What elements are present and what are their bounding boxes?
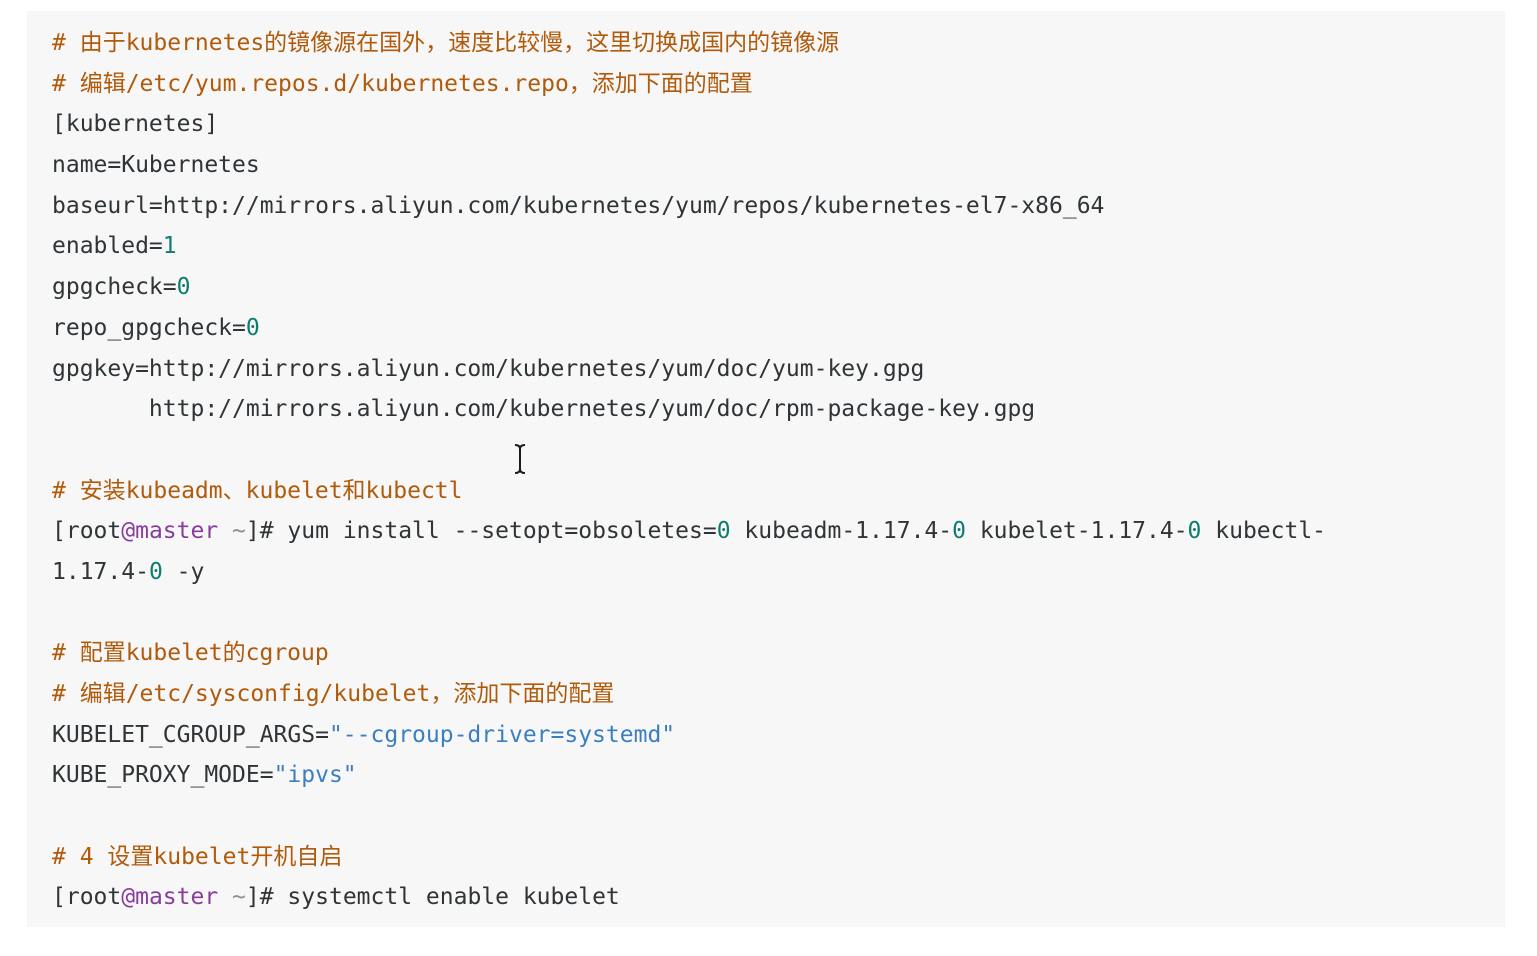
code-token: KUBE_PROXY_MODE= xyxy=(52,762,274,789)
code-token: KUBELET_CGROUP_ARGS= xyxy=(52,721,329,748)
code-token: 0 xyxy=(1187,518,1202,545)
code-token: name=Kubernetes xyxy=(52,152,260,179)
window-edge xyxy=(1527,0,1537,956)
code-token: gpgkey=http://mirrors.aliyun.com/kuberne… xyxy=(52,355,925,382)
code-line: gpgkey=http://mirrors.aliyun.com/kuberne… xyxy=(52,349,1326,390)
code-line: baseurl=http://mirrors.aliyun.com/kubern… xyxy=(52,186,1326,227)
code-line: # 编辑/etc/sysconfig/kubelet，添加下面的配置 xyxy=(52,674,1326,715)
code-token: # 编辑/etc/sysconfig/kubelet，添加下面的配置 xyxy=(52,681,615,707)
code-line: repo_gpgcheck=0 xyxy=(52,308,1326,349)
code-token: # 4 设置kubelet开机自启 xyxy=(52,843,343,870)
code-token: kubectl- xyxy=(1201,518,1327,545)
code-token: ]# yum install --setopt=obsoletes= xyxy=(245,518,717,545)
code-line: # 安装kubeadm、kubelet和kubectl xyxy=(52,471,1326,512)
code-token: [root xyxy=(52,884,122,911)
code-line: # 编辑/etc/yum.repos.d/kubernetes.repo，添加下… xyxy=(52,64,1326,105)
code-line: name=Kubernetes xyxy=(52,145,1326,186)
code-line: # 由于kubernetes的镜像源在国外，速度比较慢，这里切换成国内的镜像源 xyxy=(52,23,1326,64)
code-token: # 配置kubelet的cgroup xyxy=(52,640,329,667)
code-token: gpgcheck= xyxy=(52,274,177,301)
code-token: @master xyxy=(121,884,219,911)
code-token: 0 xyxy=(176,274,191,301)
code-line: gpgcheck=0 xyxy=(52,267,1326,308)
code-line: [kubernetes] xyxy=(52,104,1326,145)
code-line: 1.17.4-0 -y xyxy=(52,552,1326,593)
code-token: ~ xyxy=(218,518,246,545)
code-token: http://mirrors.aliyun.com/kubernetes/yum… xyxy=(52,396,1036,423)
code-token: ]# systemctl enable kubelet xyxy=(245,884,620,911)
code-token: "--cgroup-driver=systemd" xyxy=(328,721,676,748)
code-line: [root@master ~]# yum install --setopt=ob… xyxy=(52,511,1326,552)
code-token: 0 xyxy=(716,518,731,545)
code-token: 0 xyxy=(245,314,260,341)
code-block[interactable]: # 由于kubernetes的镜像源在国外，速度比较慢，这里切换成国内的镜像源 #… xyxy=(27,11,1505,927)
code-token: enabled= xyxy=(52,233,163,260)
code-token: -y xyxy=(162,558,205,585)
code-token: 1.17.4- xyxy=(52,558,149,585)
code-line: # 4 设置kubelet开机自启 xyxy=(52,837,1326,878)
code-token: # 由于kubernetes的镜像源在国外，速度比较慢，这里切换成国内的镜像源 xyxy=(52,30,840,56)
code-token: # 安装kubeadm、kubelet和kubectl xyxy=(52,477,463,504)
code-line: # 配置kubelet的cgroup xyxy=(52,633,1326,674)
code-lines[interactable]: # 由于kubernetes的镜像源在国外，速度比较慢，这里切换成国内的镜像源 #… xyxy=(52,23,1326,918)
code-line: enabled=1 xyxy=(52,226,1326,267)
code-token: ~ xyxy=(218,884,246,911)
code-token: 1 xyxy=(162,233,177,260)
code-token: "ipvs" xyxy=(273,762,357,789)
code-token: @master xyxy=(121,518,219,545)
code-token: kubeadm-1.17.4- xyxy=(730,518,953,545)
text-cursor-icon xyxy=(514,444,526,474)
code-token: baseurl=http://mirrors.aliyun.com/kubern… xyxy=(52,192,1105,219)
code-token: kubelet-1.17.4- xyxy=(965,518,1188,545)
code-token: # 编辑/etc/yum.repos.d/kubernetes.repo，添加下… xyxy=(52,70,753,97)
code-token: repo_gpgcheck= xyxy=(52,314,246,341)
code-line: [root@master ~]# systemctl enable kubele… xyxy=(52,877,1326,918)
code-line: KUBELET_CGROUP_ARGS="--cgroup-driver=sys… xyxy=(52,715,1326,756)
code-token: 0 xyxy=(148,558,163,585)
code-line: KUBE_PROXY_MODE="ipvs" xyxy=(52,755,1326,796)
code-token: [kubernetes] xyxy=(52,111,219,138)
code-token: 0 xyxy=(952,518,966,545)
code-token: [root xyxy=(52,518,122,545)
code-line: http://mirrors.aliyun.com/kubernetes/yum… xyxy=(52,389,1326,430)
